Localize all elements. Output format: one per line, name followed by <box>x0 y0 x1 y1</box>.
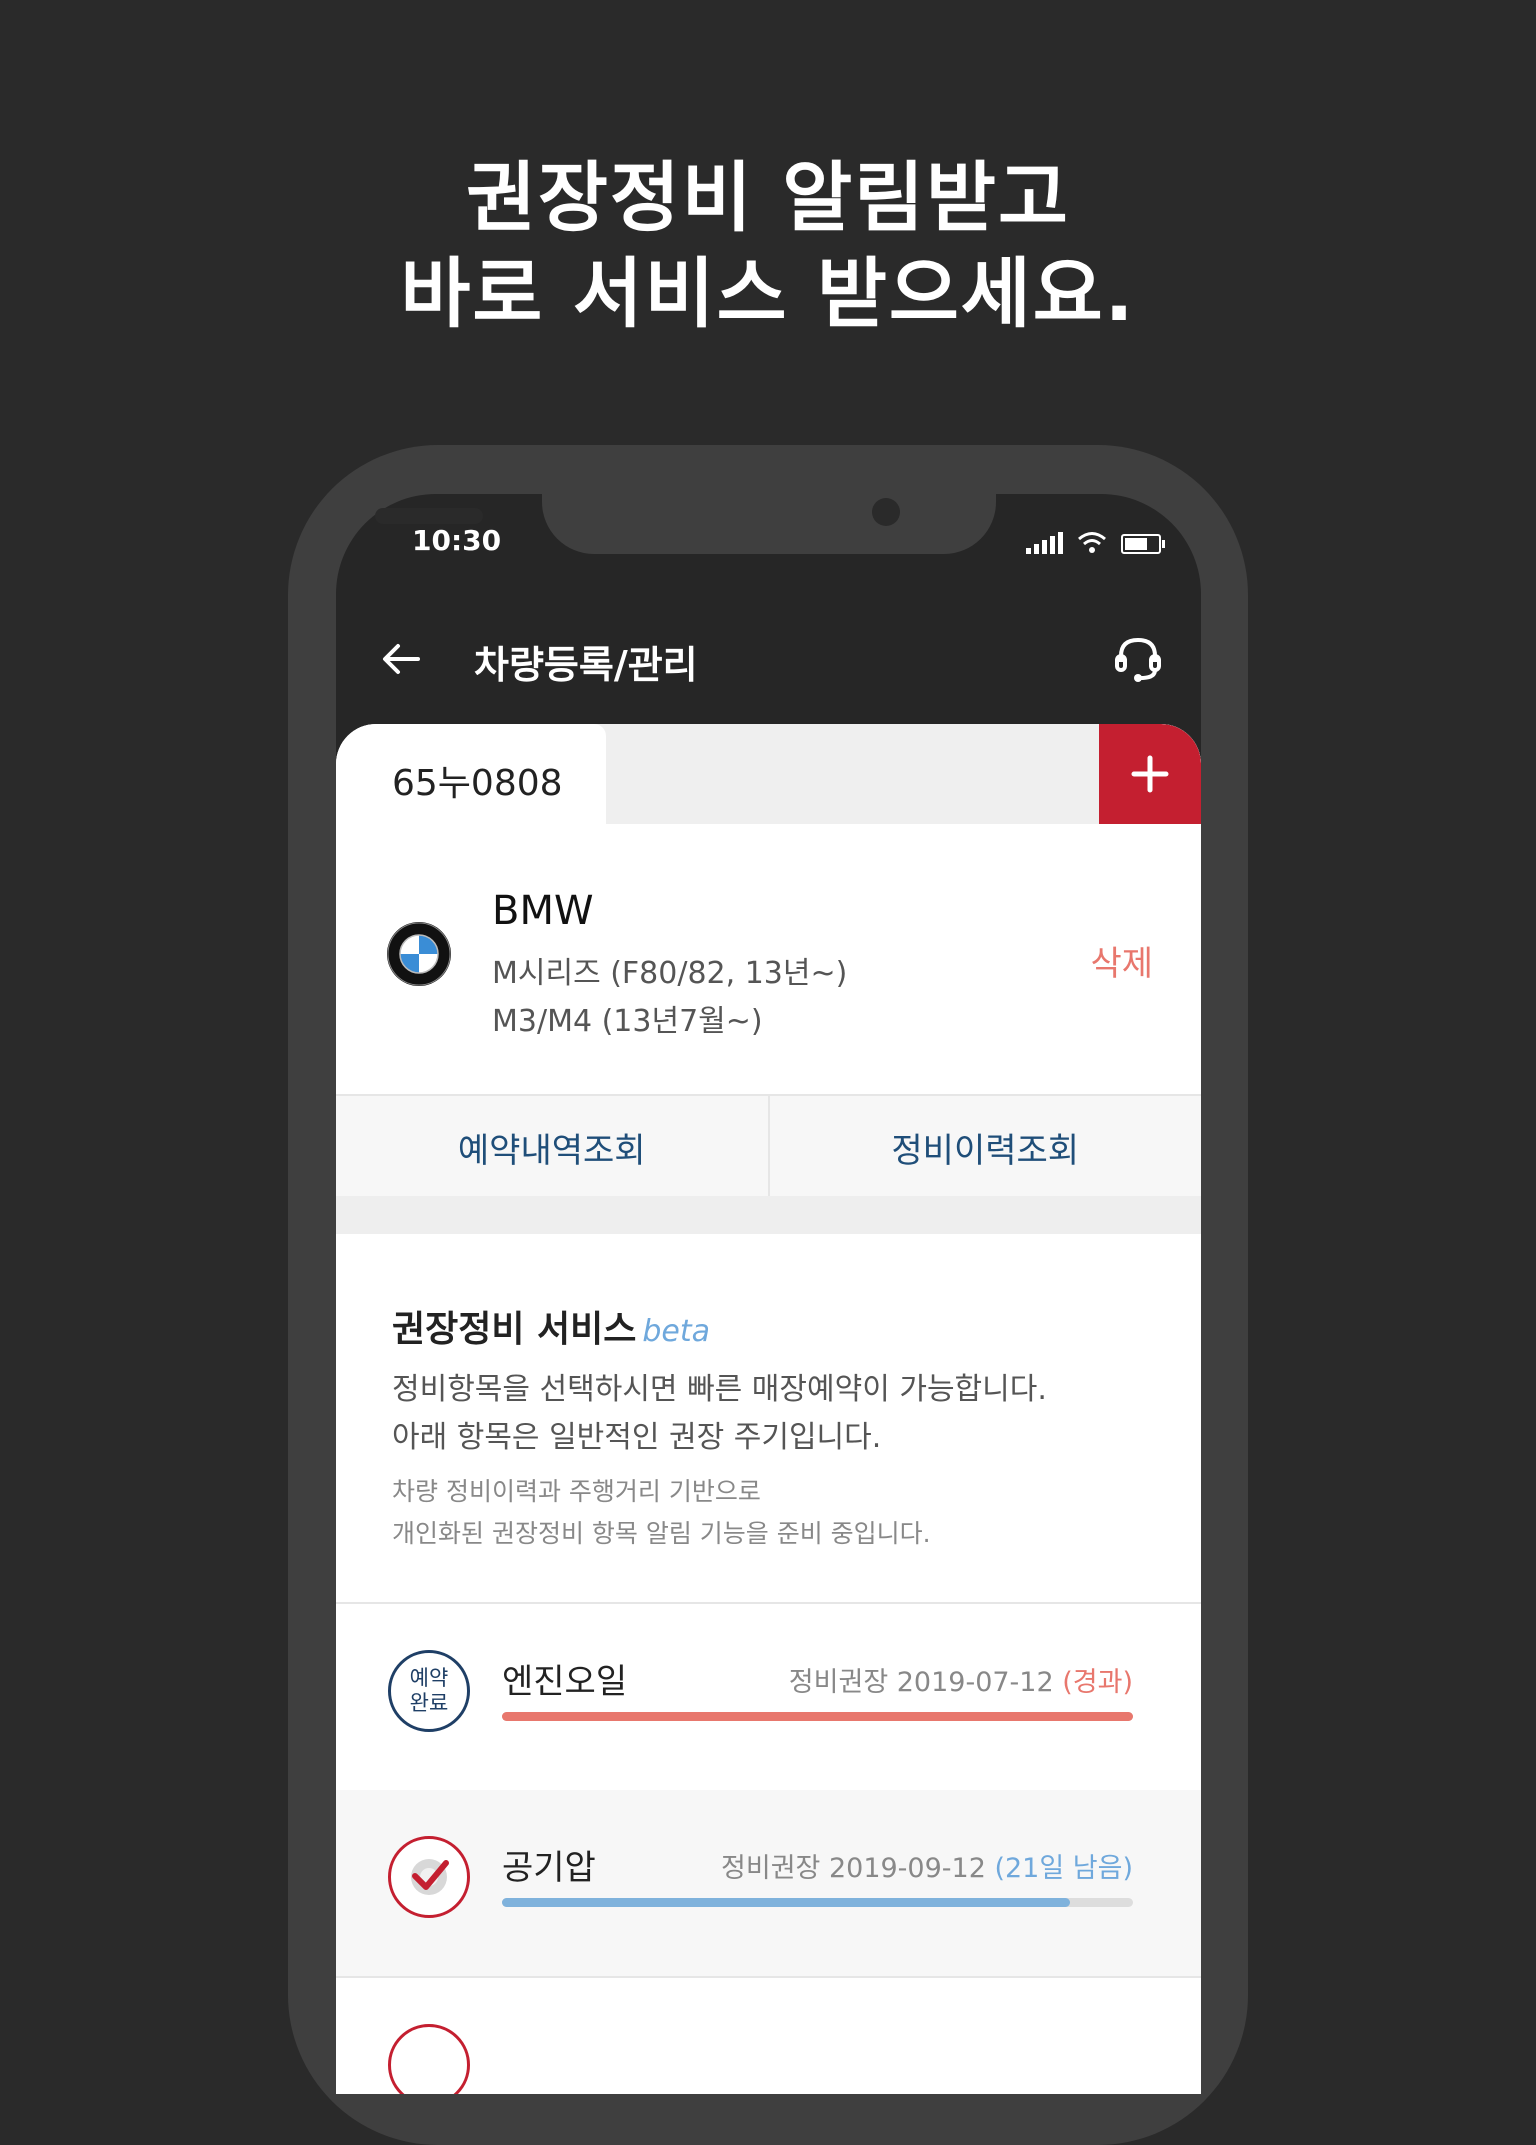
maintenance-item[interactable]: 예약 완료 엔진오일 정비권장 2019-07-12 (경과) <box>336 1604 1201 1790</box>
item-status: (21일 남음) <box>994 1853 1133 1884</box>
phone-screen: 10:30 차량등록/관리 65누0808 BMW M시리즈 (F80/82, … <box>336 494 1201 2094</box>
speaker <box>375 508 483 524</box>
progress-fill <box>502 1898 1070 1907</box>
maintenance-item-partial[interactable] <box>336 1976 1201 2094</box>
progress-bar <box>502 1712 1133 1721</box>
item-date: 정비권장 2019-07-12 (경과) <box>788 1667 1133 1698</box>
beta-badge: beta <box>642 1314 711 1349</box>
wifi-icon <box>1078 532 1106 553</box>
headline-line-2: 바로 서비스 받으세요. <box>400 249 1136 338</box>
headline-line-1: 권장정비 알림받고 <box>466 153 1070 242</box>
action-row: 예약내역조회 정비이력조회 <box>336 1094 1201 1198</box>
status-time: 10:30 <box>412 524 502 557</box>
section-separator <box>336 1196 1201 1234</box>
item-name: 엔진오일 <box>502 1662 628 1702</box>
progress-fill <box>502 1712 1133 1721</box>
signal-icon <box>1026 532 1063 554</box>
plus-icon <box>1131 755 1169 793</box>
vehicle-info: BMW M시리즈 (F80/82, 13년~) M3/M4 (13년7월~) 삭… <box>336 824 1201 1094</box>
maintenance-history-button[interactable]: 정비이력조회 <box>767 1096 1202 1198</box>
add-vehicle-button[interactable] <box>1099 724 1201 824</box>
service-note-2: 개인화된 권장정비 항목 알림 기능을 준비 중입니다. <box>392 1519 931 1548</box>
item-status: (경과) <box>1062 1667 1133 1698</box>
battery-icon <box>1121 534 1165 554</box>
tire-check-icon <box>388 1836 470 1918</box>
delete-button[interactable]: 삭제 <box>1090 936 1153 985</box>
vehicle-model-series: M시리즈 (F80/82, 13년~) <box>492 956 848 991</box>
item-date: 정비권장 2019-09-12 (21일 남음) <box>721 1853 1133 1884</box>
service-description-2: 아래 항목은 일반적인 권장 주기입니다. <box>392 1420 882 1455</box>
page-title: 차량등록/관리 <box>474 643 698 687</box>
service-title: 권장정비 서비스 beta <box>392 1309 711 1350</box>
notch <box>542 494 996 554</box>
headline: 권장정비 알림받고 바로 서비스 받으세요. <box>0 150 1536 342</box>
item-icon-partial <box>388 2024 470 2094</box>
reservation-history-button[interactable]: 예약내역조회 <box>336 1096 768 1198</box>
reservation-complete-badge: 예약 완료 <box>388 1650 470 1732</box>
vehicle-tab[interactable]: 65누0808 <box>336 724 606 834</box>
vehicle-plate: 65누0808 <box>392 763 563 804</box>
bmw-logo <box>387 922 451 986</box>
recommended-service-section: 권장정비 서비스 beta 정비항목을 선택하시면 빠른 매장예약이 가능합니다.… <box>336 1234 1201 1604</box>
vehicle-model-detail: M3/M4 (13년7월~) <box>492 1004 763 1039</box>
progress-bar <box>502 1898 1133 1907</box>
item-name: 공기압 <box>502 1848 596 1888</box>
app-bar: 차량등록/관리 <box>336 614 1201 704</box>
headset-icon[interactable] <box>1111 632 1165 686</box>
service-note-1: 차량 정비이력과 주행거리 기반으로 <box>392 1477 761 1506</box>
front-camera <box>872 498 900 526</box>
status-icons <box>1026 530 1165 554</box>
maintenance-item[interactable]: 공기압 정비권장 2019-09-12 (21일 남음) <box>336 1790 1201 1976</box>
vehicle-panel: 65누0808 BMW M시리즈 (F80/82, 13년~) M3/M4 (1… <box>336 724 1201 2094</box>
service-description-1: 정비항목을 선택하시면 빠른 매장예약이 가능합니다. <box>392 1372 1047 1407</box>
vehicle-brand: BMW <box>492 888 594 934</box>
back-arrow-icon[interactable] <box>378 636 424 682</box>
